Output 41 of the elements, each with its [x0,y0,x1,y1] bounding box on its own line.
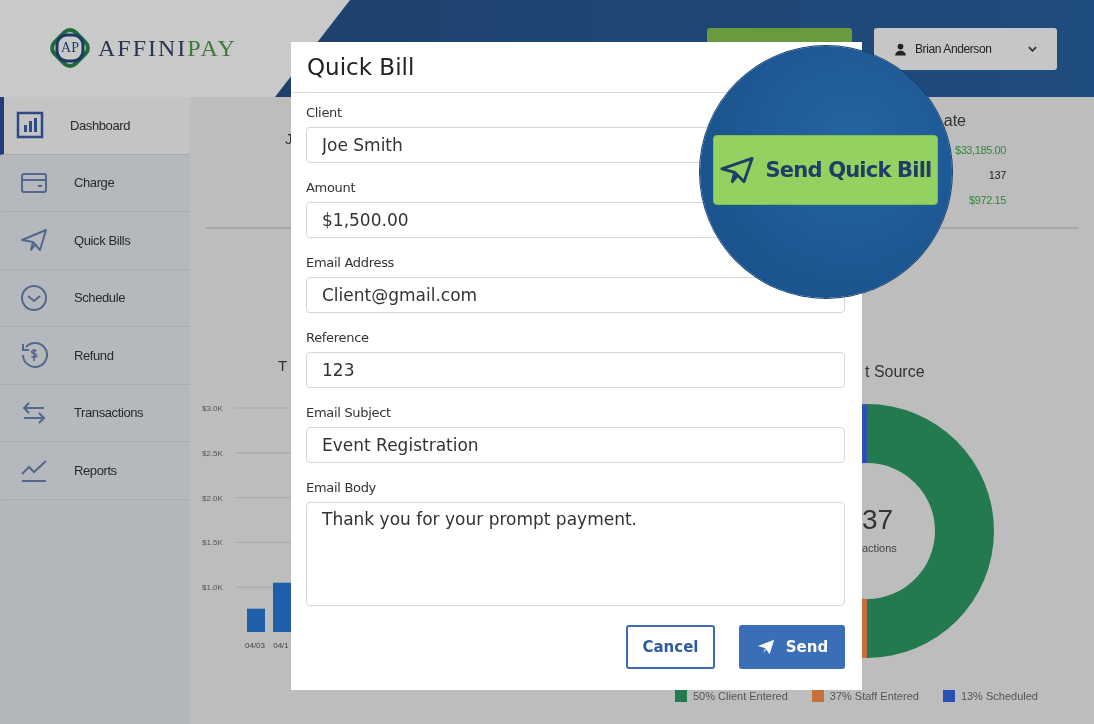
legend-label: 37% Staff Entered [829,690,919,702]
field-label: Amount [306,180,357,197]
card-title: J [285,130,293,147]
send-quick-bill-button[interactable]: Send Quick Bill [713,135,938,205]
input-field[interactable]: Client@gmail.com [306,277,845,313]
donut-total: 37 [862,504,894,536]
field-label: Email Body [306,480,378,497]
axis-label: $3.0K [202,404,223,413]
field-label: Email Address [306,255,396,272]
input-field[interactable]: Event Registration [306,427,845,463]
paper-plane-icon [719,156,754,184]
send-button[interactable]: Send [739,625,845,669]
bar-chart-icon [16,111,44,140]
field-label: Reference [306,330,370,347]
axis-label: 04/1 [273,641,289,650]
axis-label: $2.5K [202,448,223,458]
sidebar-item[interactable]: Dashboard [0,97,190,155]
chart-title: t Source [865,363,925,380]
user-icon [894,42,907,56]
chevron-down-icon [1028,46,1037,52]
clock-icon [20,283,48,312]
donut-caption: actions [862,542,897,554]
stat-value: $33,185.00 [954,143,1006,158]
cancel-button[interactable]: Cancel [626,625,715,669]
chart-title: T [278,357,288,374]
stat-value: $972.15 [969,193,1006,208]
refund-icon [20,341,48,370]
axis-label: $1.5K [202,538,223,548]
card-title: ate [943,112,966,130]
legend-label: 13% Scheduled [960,690,1038,702]
legend-label: 50% Client Entered [693,690,788,702]
user-menu-button[interactable]: Brian Anderson [874,28,1057,70]
email-body-field[interactable]: Thank you for your prompt payment. [306,502,845,606]
input-field[interactable]: 123 [306,352,845,388]
stat-value: 137 [988,168,1006,183]
logo-wordmark: AFFINIPAY [98,34,237,62]
axis-label: $1.0K [202,583,223,593]
axis-label: $2.0K [202,493,223,503]
field-label: Email Subject [306,405,392,422]
axis-label: 04/03 [245,641,265,650]
field-label: Client [306,105,343,122]
